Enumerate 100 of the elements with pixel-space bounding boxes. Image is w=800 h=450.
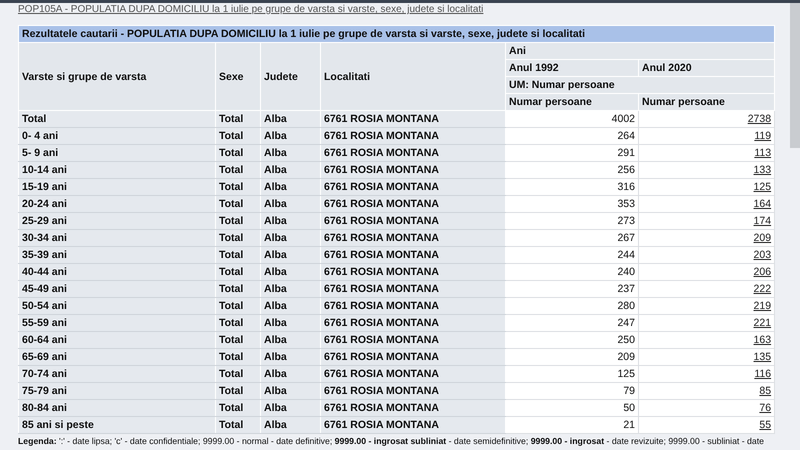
value-link[interactable]: 221 [754, 317, 772, 329]
table-cell: Alba [260, 128, 320, 144]
table-cell: 247 [506, 314, 638, 332]
table-cell: 291 [506, 144, 638, 162]
table-cell: Alba [260, 280, 320, 298]
table-cell: Total [216, 212, 260, 230]
table-cell: 250 [506, 332, 638, 348]
table-cell: 6761 ROSIA MONTANA [320, 246, 506, 264]
table-cell: 6761 ROSIA MONTANA [320, 196, 506, 212]
scrollbar[interactable] [790, 3, 800, 148]
table-cell: Total [216, 366, 260, 382]
table-cell: 6761 ROSIA MONTANA [320, 264, 506, 280]
table-cell: Total [216, 416, 260, 434]
table-cell: Alba [260, 332, 320, 348]
table-cell: Alba [260, 348, 320, 366]
value-link[interactable]: 119 [754, 130, 772, 142]
table-cell: 6761 ROSIA MONTANA [320, 382, 506, 400]
value-link[interactable]: 219 [754, 300, 772, 312]
value-link[interactable]: 2738 [748, 113, 772, 125]
table-cell: 6761 ROSIA MONTANA [320, 162, 506, 178]
table-cell: 6761 ROSIA MONTANA [320, 298, 506, 314]
table-cell: Alba [260, 110, 320, 128]
table-cell: 50-54 ani [18, 298, 216, 314]
column-header: Anul 1992 [506, 60, 638, 76]
table-cell: Total [216, 314, 260, 332]
table-cell: Alba [260, 196, 320, 212]
table-cell: Total [216, 178, 260, 196]
table-cell: Alba [260, 366, 320, 382]
column-header: Numar persoane [506, 94, 638, 110]
table-cell: 85 ani si peste [18, 416, 216, 434]
value-link[interactable]: 174 [754, 215, 772, 227]
table-cell: 6761 ROSIA MONTANA [320, 230, 506, 246]
value-link[interactable]: 206 [754, 266, 772, 278]
table-cell: 353 [506, 196, 638, 212]
table-cell: 6761 ROSIA MONTANA [320, 280, 506, 298]
table-cell: Total [216, 332, 260, 348]
value-link[interactable]: 209 [754, 232, 772, 244]
table-cell: Total [216, 230, 260, 246]
column-header: Localitati [320, 42, 506, 110]
table-cell: 6761 ROSIA MONTANA [320, 348, 506, 366]
value-link[interactable]: 203 [754, 249, 772, 261]
value-link[interactable]: 135 [754, 351, 772, 363]
value-link[interactable]: 55 [759, 419, 772, 431]
table-cell: 75-79 ani [18, 382, 216, 400]
value-link[interactable]: 116 [754, 368, 772, 380]
value-link[interactable]: 113 [754, 147, 772, 159]
table-cell: Total [216, 264, 260, 280]
legend-text: Legenda: ':' - date lipsa; 'c' - date confidentiale; 9999.00 - normal - date definitive; 9999.00 - ingrosat subliniat - date semidefinitive; 9999.00 - ingrosat - date revizuite; 9999.00 - subliniat - date [18, 436, 764, 447]
table-cell: 244 [506, 246, 638, 264]
table-cell: 20-24 ani [18, 196, 216, 212]
table-cell: 5- 9 ani [18, 144, 216, 162]
table-cell: Total [216, 400, 260, 416]
table-cell: 79 [506, 382, 638, 400]
table-cell: 6761 ROSIA MONTANA [320, 366, 506, 382]
column-header: Numar persoane [638, 94, 775, 110]
table-cell: Alba [260, 144, 320, 162]
table-cell: Alba [260, 298, 320, 314]
table-cell: Total [216, 382, 260, 400]
value-link[interactable]: 76 [759, 402, 772, 414]
table-cell: 25-29 ani [18, 212, 216, 230]
table-cell: 30-34 ani [18, 230, 216, 246]
table-cell: 6761 ROSIA MONTANA [320, 416, 506, 434]
table-cell: 6761 ROSIA MONTANA [320, 128, 506, 144]
value-link[interactable]: 163 [754, 334, 772, 346]
breadcrumb-link[interactable]: POP105A - POPULATIA DUPA DOMICILIU la 1 iulie pe grupe de varsta si varste, sexe, judete si localitati [18, 4, 484, 15]
table-cell: Total [216, 196, 260, 212]
value-link[interactable]: 85 [759, 385, 772, 397]
value-link[interactable]: 222 [754, 283, 772, 295]
table-cell: 264 [506, 128, 638, 144]
column-header: Anul 2020 [638, 60, 775, 76]
table-cell: 70-74 ani [18, 366, 216, 382]
unit-label: UM: Numar persoane [506, 76, 775, 94]
table-cell: Alba [260, 246, 320, 264]
table-cell: 256 [506, 162, 638, 178]
table-cell: 280 [506, 298, 638, 314]
value-link[interactable]: 125 [754, 181, 772, 193]
table-cell: Total [216, 280, 260, 298]
table-cell: Alba [260, 178, 320, 196]
table-cell: 240 [506, 264, 638, 280]
value-link[interactable]: 164 [754, 198, 772, 210]
table-cell: Alba [260, 400, 320, 416]
table-cell: Alba [260, 162, 320, 178]
table-cell: 60-64 ani [18, 332, 216, 348]
table-cell: 10-14 ani [18, 162, 216, 178]
table-cell: 316 [506, 178, 638, 196]
table-cell: 6761 ROSIA MONTANA [320, 212, 506, 230]
table-cell: 6761 ROSIA MONTANA [320, 314, 506, 332]
table-cell: Total [216, 246, 260, 264]
table-cell: Alba [260, 264, 320, 280]
table-cell: 65-69 ani [18, 348, 216, 366]
table-cell: 35-39 ani [18, 246, 216, 264]
table-cell: 125 [506, 366, 638, 382]
table-cell: 45-49 ani [18, 280, 216, 298]
table-cell: 6761 ROSIA MONTANA [320, 178, 506, 196]
table-cell: Total [216, 162, 260, 178]
value-link[interactable]: 133 [754, 164, 772, 176]
table-cell: 237 [506, 280, 638, 298]
table-cell: Alba [260, 212, 320, 230]
table-cell: 50 [506, 400, 638, 416]
table-cell: 209 [506, 348, 638, 366]
